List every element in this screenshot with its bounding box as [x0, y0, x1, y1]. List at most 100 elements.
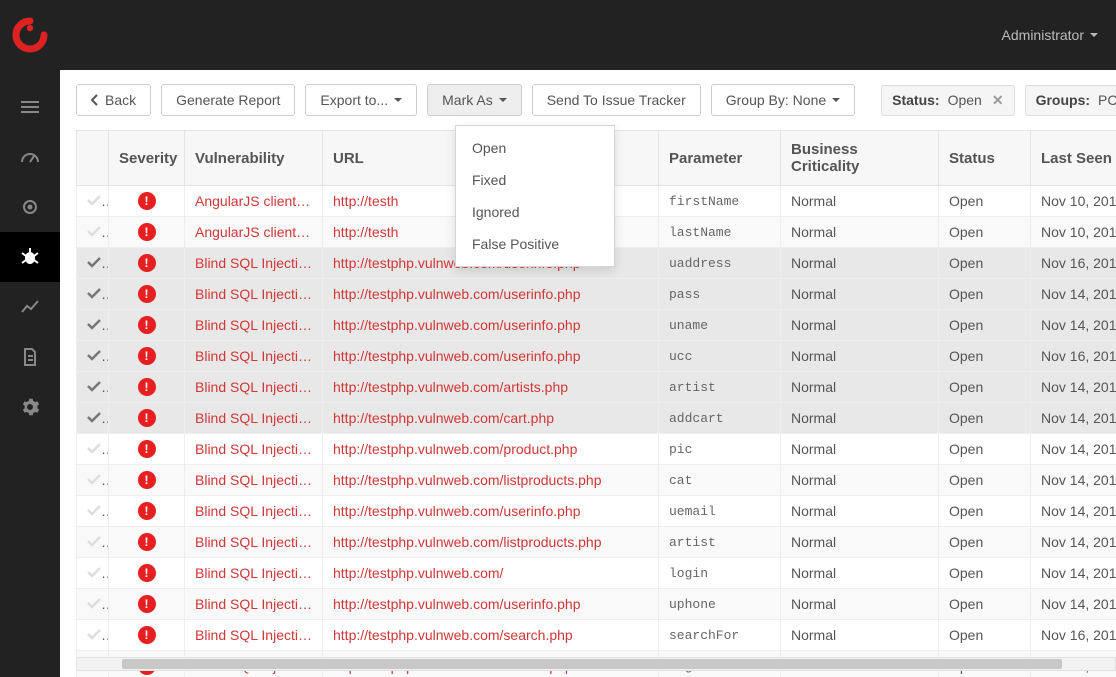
cell-last-seen: Nov 14, 2016 [1031, 465, 1116, 496]
row-checkbox[interactable] [87, 410, 101, 426]
cell-parameter: pic [659, 434, 781, 465]
cell-vulnerability: Blind SQL Injection [185, 589, 323, 620]
row-checkbox[interactable] [87, 348, 101, 364]
table-row[interactable]: !Blind SQL Injectionhttp://testphp.vulnw… [77, 372, 1116, 403]
cell-business: Normal [781, 558, 939, 589]
table-row[interactable]: !Blind SQL Injectionhttp://testphp.vulnw… [77, 465, 1116, 496]
row-checkbox[interactable] [87, 534, 101, 550]
horizontal-scrollbar[interactable] [76, 657, 1116, 671]
table-row[interactable]: !Blind SQL Injectionhttp://testphp.vulnw… [77, 620, 1116, 651]
cell-url[interactable]: http://testphp.vulnweb.com/listproducts.… [323, 465, 659, 496]
table-row[interactable]: !Blind SQL Injectionhttp://testphp.vulnw… [77, 403, 1116, 434]
cell-parameter: uemail [659, 496, 781, 527]
mark-as-button[interactable]: Mark As [427, 84, 522, 116]
row-checkbox[interactable] [87, 255, 101, 271]
groups-filter-value: PCI, External, Production [1098, 92, 1116, 108]
sidebar-item-vulnerabilities[interactable] [0, 232, 60, 282]
sidebar-item-files[interactable] [0, 332, 60, 382]
export-to-button[interactable]: Export to... [305, 84, 417, 116]
cell-business: Normal [781, 217, 939, 248]
cell-url[interactable]: http://testphp.vulnweb.com/userinfo.php [323, 310, 659, 341]
cell-last-seen: Nov 14, 2016 [1031, 558, 1116, 589]
mark-as-option[interactable]: Ignored [456, 196, 614, 228]
cell-parameter: login [659, 558, 781, 589]
row-checkbox[interactable] [87, 565, 101, 581]
row-checkbox[interactable] [87, 317, 101, 333]
mark-as-option[interactable]: False Positive [456, 228, 614, 260]
cell-status: Open [939, 248, 1031, 279]
sidebar [0, 70, 60, 677]
row-checkbox[interactable] [87, 193, 101, 209]
cell-url[interactable]: http://testphp.vulnweb.com/artists.php [323, 372, 659, 403]
col-business[interactable]: Business Criticality [781, 131, 939, 186]
col-parameter[interactable]: Parameter [659, 131, 781, 186]
row-checkbox[interactable] [87, 596, 101, 612]
generate-report-button[interactable]: Generate Report [161, 84, 295, 116]
row-checkbox[interactable] [87, 503, 101, 519]
groups-filter-chip[interactable]: Groups: PCI, External, Production ✕ [1025, 85, 1116, 116]
cell-business: Normal [781, 248, 939, 279]
user-menu[interactable]: Administrator [1002, 27, 1098, 43]
cell-status: Open [939, 496, 1031, 527]
row-checkbox[interactable] [87, 286, 101, 302]
cell-last-seen: Nov 14, 2016 [1031, 434, 1116, 465]
cell-url[interactable]: http://testphp.vulnweb.com/listproducts.… [323, 527, 659, 558]
table-row[interactable]: !Blind SQL Injectionhttp://testphp.vulnw… [77, 589, 1116, 620]
table-row[interactable]: !Blind SQL Injectionhttp://testphp.vulnw… [77, 496, 1116, 527]
group-by-button[interactable]: Group By: None [711, 84, 855, 116]
table-row[interactable]: !Blind SQL Injectionhttp://testphp.vulnw… [77, 341, 1116, 372]
cell-parameter: firstName [659, 186, 781, 217]
cell-url[interactable]: http://testphp.vulnweb.com/search.php [323, 620, 659, 651]
back-button[interactable]: Back [76, 84, 151, 116]
caret-down-icon [1090, 33, 1098, 37]
mark-as-option[interactable]: Fixed [456, 164, 614, 196]
cell-url[interactable]: http://testphp.vulnweb.com/userinfo.php [323, 341, 659, 372]
cell-vulnerability: AngularJS client-sid... [185, 217, 323, 248]
scrollbar-thumb[interactable] [122, 659, 1062, 669]
cell-url[interactable]: http://testphp.vulnweb.com/userinfo.php [323, 279, 659, 310]
sidebar-item-reports[interactable] [0, 282, 60, 332]
status-filter-chip[interactable]: Status: Open ✕ [881, 85, 1014, 116]
col-vulnerability[interactable]: Vulnerability [185, 131, 323, 186]
severity-high-icon: ! [138, 502, 156, 520]
caret-down-icon [394, 98, 402, 102]
table-row[interactable]: !Blind SQL Injectionhttp://testphp.vulnw… [77, 279, 1116, 310]
cell-parameter: uphone [659, 589, 781, 620]
table-row[interactable]: !Blind SQL Injectionhttp://testphp.vulnw… [77, 558, 1116, 589]
sidebar-item-target[interactable] [0, 182, 60, 232]
cell-url[interactable]: http://testphp.vulnweb.com/product.php [323, 434, 659, 465]
cell-status: Open [939, 403, 1031, 434]
close-icon[interactable]: ✕ [988, 92, 1004, 109]
cell-status: Open [939, 279, 1031, 310]
sidebar-item-gauge[interactable] [0, 132, 60, 182]
table-row[interactable]: !Blind SQL Injectionhttp://testphp.vulnw… [77, 527, 1116, 558]
status-filter-label: Status: [892, 92, 939, 108]
cell-url[interactable]: http://testphp.vulnweb.com/cart.php [323, 403, 659, 434]
cell-parameter: uname [659, 310, 781, 341]
cell-vulnerability: Blind SQL Injection [185, 341, 323, 372]
cell-business: Normal [781, 186, 939, 217]
cell-status: Open [939, 186, 1031, 217]
table-row[interactable]: !Blind SQL Injectionhttp://testphp.vulnw… [77, 310, 1116, 341]
row-checkbox[interactable] [87, 441, 101, 457]
mark-as-option[interactable]: Open [456, 132, 614, 164]
sidebar-item-dashboard[interactable] [0, 82, 60, 132]
col-last-seen[interactable]: Last Seen [1031, 131, 1116, 186]
cell-url[interactable]: http://testphp.vulnweb.com/userinfo.php [323, 589, 659, 620]
severity-high-icon: ! [138, 316, 156, 334]
cell-url[interactable]: http://testphp.vulnweb.com/ [323, 558, 659, 589]
row-checkbox[interactable] [87, 627, 101, 643]
cell-last-seen: Nov 14, 2016 [1031, 589, 1116, 620]
row-checkbox[interactable] [87, 379, 101, 395]
col-checkbox[interactable] [77, 131, 109, 186]
cell-url[interactable]: http://testphp.vulnweb.com/userinfo.php [323, 496, 659, 527]
send-issue-tracker-button[interactable]: Send To Issue Tracker [532, 84, 701, 116]
col-status[interactable]: Status [939, 131, 1031, 186]
sidebar-item-settings[interactable] [0, 382, 60, 432]
row-checkbox[interactable] [87, 224, 101, 240]
col-severity[interactable]: Severity [109, 131, 185, 186]
severity-high-icon: ! [138, 192, 156, 210]
row-checkbox[interactable] [87, 472, 101, 488]
table-row[interactable]: !Blind SQL Injectionhttp://testphp.vulnw… [77, 434, 1116, 465]
cell-vulnerability: Blind SQL Injection [185, 465, 323, 496]
